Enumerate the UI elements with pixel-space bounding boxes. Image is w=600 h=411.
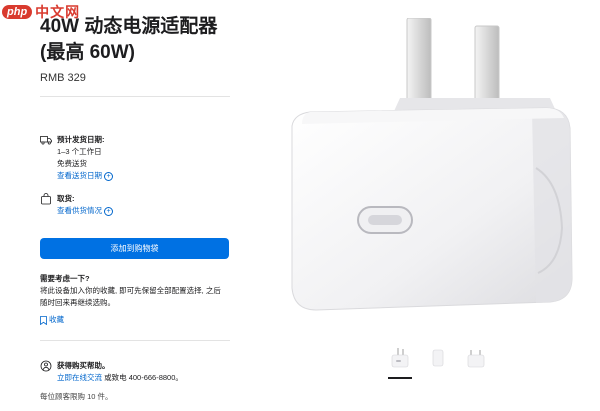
purchase-limit: 每位顾客限购 10 件。: [40, 392, 113, 401]
pickup-availability-link[interactable]: 查看供货情况 +: [57, 205, 113, 217]
chat-icon: [40, 360, 52, 372]
watermark-php: php: [2, 5, 33, 19]
delivery-heading: 预计发货日期:: [57, 135, 105, 144]
product-title: 40W 动态电源适配器 (最高 60W): [40, 14, 217, 66]
bag-icon: [41, 193, 51, 205]
product-title-line2: (最高 60W): [40, 42, 136, 63]
bookmark-icon: [40, 315, 47, 325]
pickup-heading: 取货:: [57, 194, 75, 203]
divider: [40, 96, 230, 97]
plus-circle-icon: +: [104, 206, 113, 216]
product-title-line1: 40W 动态电源适配器: [40, 16, 218, 37]
thumbnail-selection-indicator: [388, 377, 412, 379]
chat-now-link[interactable]: 立即在线交流: [57, 372, 102, 384]
thumbnail-side[interactable]: [426, 346, 450, 370]
save-later-heading: 需要考虑一下?: [40, 274, 90, 283]
delivery-section: 预计发货日期: 1–3 个工作日 免费送货 查看送货日期 +: [40, 134, 240, 182]
divider: [40, 340, 230, 341]
pickup-availability-link-label: 查看供货情况: [57, 206, 102, 215]
favorite-link[interactable]: 收藏: [40, 314, 64, 326]
help-section: 获得购买帮助。 立即在线交流 或致电 400-666-8800。: [40, 360, 240, 384]
thumbnail-back[interactable]: [464, 346, 488, 370]
delivery-dates-link-label: 查看送货日期: [57, 171, 102, 180]
product-price: RMB 329: [40, 72, 86, 84]
help-contact: 立即在线交流 或致电 400-666-8800。: [57, 372, 183, 384]
help-heading: 获得购买帮助。: [57, 361, 110, 370]
power-adapter-image: [291, 18, 573, 311]
delivery-shipping: 免费送货: [57, 159, 87, 168]
thumbnail-front[interactable]: [388, 346, 412, 370]
plus-circle-icon: +: [104, 171, 113, 181]
pickup-section: 取货: 查看供货情况 +: [40, 193, 240, 217]
delivery-days: 1–3 个工作日: [57, 147, 102, 156]
save-later-body-2: 随时回来再继续选购。: [40, 298, 115, 307]
gallery-thumbnails: [388, 346, 488, 370]
phone-number: 400-666-8800。: [128, 373, 183, 382]
truck-icon: [40, 136, 52, 145]
delivery-dates-link[interactable]: 查看送货日期 +: [57, 170, 113, 182]
phone-prefix: 或致电: [104, 373, 127, 382]
save-later-body-1: 将此设备加入你的收藏, 即可先保留全部配置选择, 之后: [40, 286, 221, 295]
add-to-bag-button[interactable]: 添加到购物袋: [40, 238, 229, 259]
favorite-link-label: 收藏: [49, 315, 64, 324]
plug-prongs: [390, 18, 560, 120]
save-later-section: 需要考虑一下? 将此设备加入你的收藏, 即可先保留全部配置选择, 之后 随时回来…: [40, 273, 240, 329]
